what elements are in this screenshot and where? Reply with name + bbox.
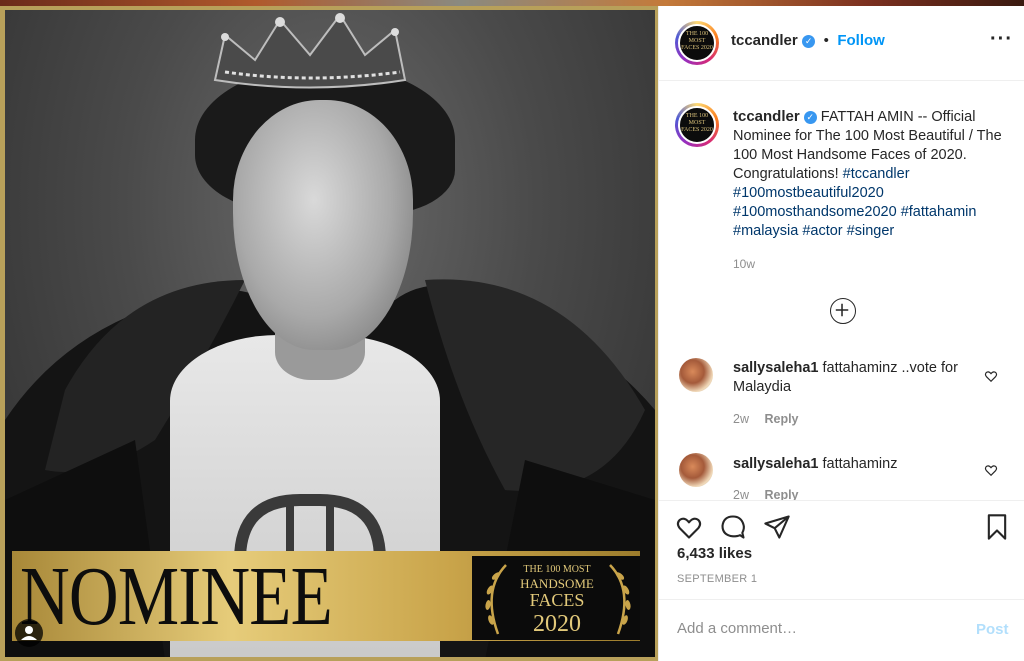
badge-line3: FACES xyxy=(529,590,585,610)
hashtag-link[interactable]: #tccandler xyxy=(843,166,910,182)
header-username[interactable]: tccandler xyxy=(731,32,798,49)
post-actions: 6,433 likes SEPTEMBER 1 Post xyxy=(659,500,1024,660)
post-header: THE 100 MOST FACES 2020 tccandler ✓ • Fo… xyxy=(659,6,1024,81)
comment-icon[interactable] xyxy=(719,513,747,541)
badge-line4: 2020 xyxy=(533,611,581,637)
plus-icon xyxy=(835,303,849,317)
comment-meta: 2w Reply xyxy=(733,412,799,426)
badge-line1: THE 100 MOST xyxy=(523,564,591,575)
like-comment-heart-icon[interactable] xyxy=(984,463,998,477)
like-heart-icon[interactable] xyxy=(675,513,703,541)
comment-body: sallysaleha1 fattahaminz xyxy=(733,455,973,474)
verified-badge-icon: ✓ xyxy=(802,35,816,48)
comment-avatar[interactable] xyxy=(679,358,713,392)
avatar-logo-text: THE 100 MOST FACES 2020 xyxy=(681,113,713,133)
caption-avatar[interactable]: THE 100 MOST FACES 2020 xyxy=(675,103,719,147)
crown-icon xyxy=(213,13,407,89)
user-icon xyxy=(21,626,37,640)
post-caption: tccandler ✓ FATTAH AMIN -- Official Nomi… xyxy=(733,107,1009,274)
save-bookmark-icon[interactable] xyxy=(983,513,1011,541)
comment-avatar[interactable] xyxy=(679,453,713,487)
comment-username[interactable]: sallysaleha1 xyxy=(733,456,818,472)
tagged-users-button[interactable] xyxy=(15,619,43,647)
comment-body: sallysaleha1 fattahaminz ..vote for Mala… xyxy=(733,359,973,397)
hashtag-link[interactable]: #100mosthandsome2020 xyxy=(733,204,897,220)
comment-username[interactable]: sallysaleha1 xyxy=(733,360,818,376)
avatar: THE 100 MOST FACES 2020 xyxy=(678,106,716,144)
post-date[interactable]: SEPTEMBER 1 xyxy=(677,573,757,585)
hashtag-link[interactable]: #malaysia xyxy=(733,223,798,239)
avatar-logo-text: THE 100 MOST FACES 2020 xyxy=(681,31,713,51)
caption-username[interactable]: tccandler xyxy=(733,108,800,125)
post-comment-button[interactable]: Post xyxy=(976,621,1009,638)
more-options-icon[interactable]: ··· xyxy=(990,29,1012,50)
avatar: THE 100 MOST FACES 2020 xyxy=(678,24,716,62)
caption-time[interactable]: 10w xyxy=(733,255,1009,274)
like-comment-heart-icon[interactable] xyxy=(984,369,998,383)
add-comment-input[interactable] xyxy=(677,620,957,637)
comment-text: fattahaminz xyxy=(822,456,898,472)
comment-time[interactable]: 2w xyxy=(733,412,749,426)
likes-count[interactable]: 6,433 likes xyxy=(677,545,752,562)
follow-button[interactable]: Follow xyxy=(837,32,885,49)
header-avatar[interactable]: THE 100 MOST FACES 2020 xyxy=(675,21,719,65)
hashtag-link[interactable]: #actor xyxy=(802,223,842,239)
hashtag-link[interactable]: #fattahamin xyxy=(901,204,977,220)
comment-box: Post xyxy=(659,599,1024,661)
reply-button[interactable]: Reply xyxy=(764,412,798,426)
face xyxy=(233,100,413,350)
hashtag-link[interactable]: #100mostbeautiful2020 xyxy=(733,185,884,201)
share-icon[interactable] xyxy=(763,513,791,541)
nominee-text: NOMINEE xyxy=(20,550,333,643)
post-side-panel: THE 100 MOST FACES 2020 tccandler ✓ • Fo… xyxy=(658,6,1024,661)
load-more-comments-button[interactable] xyxy=(830,298,856,324)
header-separator: • xyxy=(823,32,829,49)
verified-badge-icon: ✓ xyxy=(803,111,817,124)
hashtag-link[interactable]: #singer xyxy=(847,223,895,239)
